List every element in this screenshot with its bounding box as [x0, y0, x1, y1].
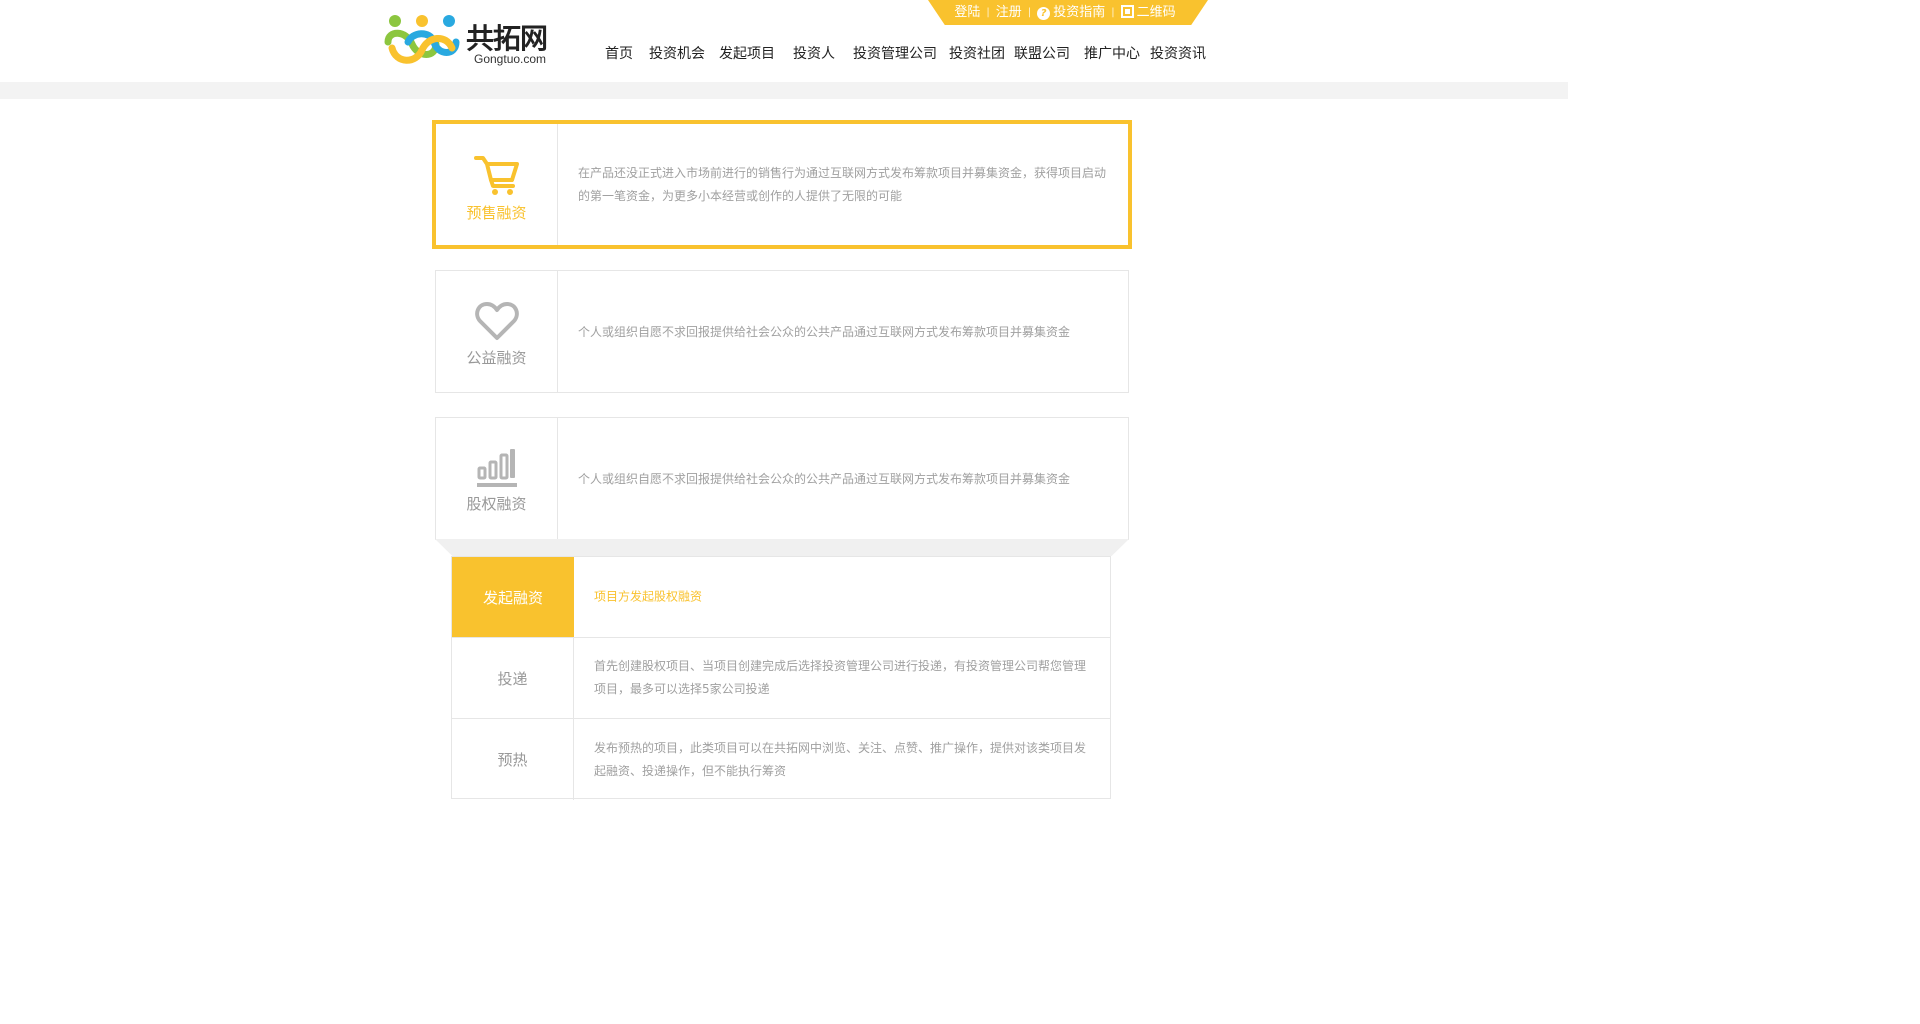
flow-step-description: 项目方发起股权融资 [594, 589, 703, 604]
card-label: 股权融资 [466, 495, 527, 513]
guide-label: 投资指南 [1053, 5, 1106, 20]
flow-step-description: 发布预热的项目，此类项目可以在共拓网中浏览、关注、点赞、推广操作，提供对该类项目… [594, 740, 1087, 778]
site-logo[interactable]: 共拓网 Gongtuo.com [382, 12, 562, 70]
login-link[interactable]: 登陆 [954, 0, 980, 25]
card-description: 在产品还没正式进入市场前进行的销售行为通过互联网方式发布筹款项目并募集资金，获得… [578, 166, 1107, 203]
guide-link[interactable]: ? 投资指南 [1037, 0, 1105, 25]
card-label: 预售融资 [466, 204, 527, 222]
flow-step-label[interactable]: 发起融资 [452, 557, 574, 637]
card-label: 公益融资 [466, 349, 527, 367]
heart-icon [474, 302, 519, 340]
flow-row-submit[interactable]: 投递 首先创建股权项目、当项目创建完成后选择投资管理公司进行投递，有投资管理公司… [452, 638, 1110, 719]
equity-flow-panel: 发起融资 项目方发起股权融资 投递 首先创建股权项目、当项目创建完成后选择投资管… [451, 556, 1111, 800]
flow-step-label[interactable]: 预热 [452, 719, 574, 800]
separator: | [1111, 7, 1115, 18]
logo-text: 共拓网 [466, 22, 548, 55]
card-description: 个人或组织自愿不求回报提供给社会公众的公共产品通过互联网方式发布筹款项目并募集资… [578, 325, 1071, 339]
nav-item-investors[interactable]: 投资人 [793, 44, 835, 64]
logo-domain: Gongtuo.com [474, 52, 547, 66]
card-description: 个人或组织自愿不求回报提供给社会公众的公共产品通过互联网方式发布筹款项目并募集资… [578, 472, 1071, 486]
register-link[interactable]: 注册 [996, 0, 1022, 25]
bar-chart-icon [476, 449, 517, 487]
qrcode-label: 二维码 [1136, 5, 1176, 20]
card-left: 公益融资 [436, 271, 558, 392]
header-divider-band [0, 82, 1568, 99]
logo-mark-icon [384, 15, 460, 64]
top-user-bar: 登陆 | 注册 | ? 投资指南 | 二维码 [928, 0, 1208, 25]
nav-item-community[interactable]: 投资社团 [949, 44, 1005, 64]
cart-icon [473, 156, 519, 195]
nav-item-promotion[interactable]: 推广中心 [1084, 44, 1140, 64]
card-left: 股权融资 [436, 418, 558, 539]
flow-connector [435, 539, 1129, 556]
qrcode-link[interactable]: 二维码 [1120, 0, 1176, 25]
flow-row-warmup[interactable]: 预热 发布预热的项目，此类项目可以在共拓网中浏览、关注、点赞、推广操作，提供对该… [452, 719, 1110, 800]
card-equity[interactable]: 股权融资 个人或组织自愿不求回报提供给社会公众的公共产品通过互联网方式发布筹款项… [435, 417, 1129, 540]
nav-item-home[interactable]: 首页 [605, 44, 633, 64]
card-presale[interactable]: 预售融资 在产品还没正式进入市场前进行的销售行为通过互联网方式发布筹款项目并募集… [432, 120, 1132, 249]
help-icon: ? [1037, 7, 1051, 20]
card-charity[interactable]: 公益融资 个人或组织自愿不求回报提供给社会公众的公共产品通过互联网方式发布筹款项… [435, 270, 1129, 393]
separator: | [1027, 7, 1032, 18]
card-left: 预售融资 [436, 124, 558, 245]
qrcode-icon [1120, 5, 1134, 18]
flow-row-launch[interactable]: 发起融资 项目方发起股权融资 [452, 557, 1110, 638]
nav-item-launch[interactable]: 发起项目 [719, 44, 775, 64]
site-header: 共拓网 Gongtuo.com 登陆 | 注册 | ? 投资指南 | 二维码 首页… [0, 0, 1568, 82]
nav-item-opportunities[interactable]: 投资机会 [649, 44, 705, 64]
flow-step-label[interactable]: 投递 [452, 638, 574, 718]
nav-item-alliance[interactable]: 联盟公司 [1014, 44, 1070, 64]
nav-item-management[interactable]: 投资管理公司 [853, 44, 937, 64]
nav-item-news[interactable]: 投资资讯 [1150, 44, 1206, 64]
flow-step-description: 首先创建股权项目、当项目创建完成后选择投资管理公司进行投递，有投资管理公司帮您管… [594, 659, 1087, 696]
separator: | [986, 7, 990, 18]
